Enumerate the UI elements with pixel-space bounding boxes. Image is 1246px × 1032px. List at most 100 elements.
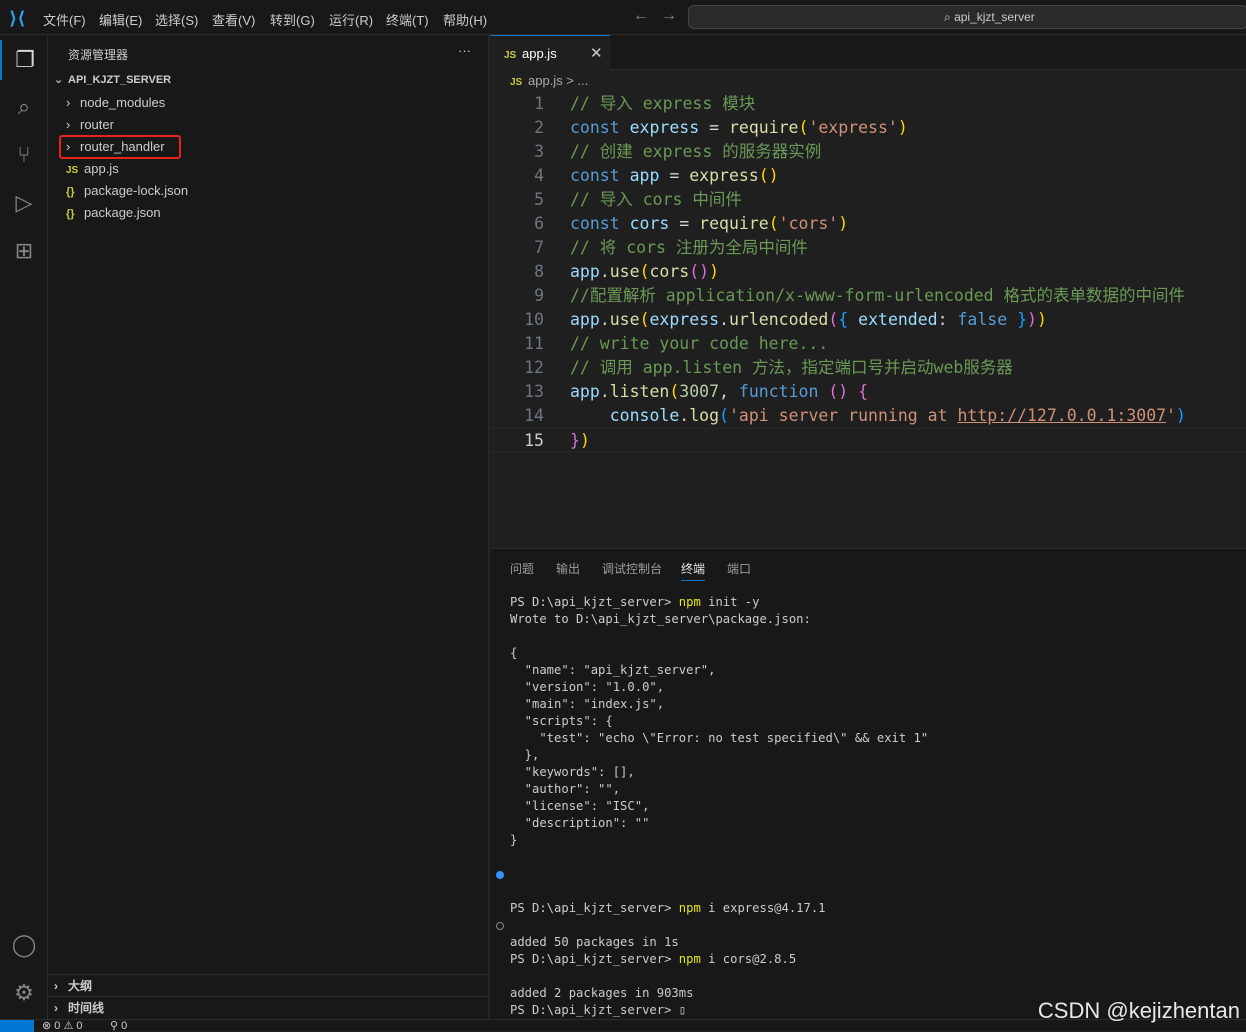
terminal-text: added 50 packages in 1s <box>510 935 679 949</box>
line-number: 7 <box>534 238 544 257</box>
problems-indicator[interactable]: ⊗ 0 ⚠ 0 <box>42 1020 83 1032</box>
line-content: }) <box>570 429 590 453</box>
json-file-icon: {} <box>66 208 75 220</box>
line-content: // 导入 cors 中间件 <box>570 188 742 212</box>
code-token: ( <box>828 310 839 329</box>
line-content: //配置解析 application/x-www-form-urlencoded… <box>570 284 1185 308</box>
panel-tab[interactable]: 调试控制台 <box>602 560 662 577</box>
close-icon[interactable]: ✕ <box>590 44 603 62</box>
code-line[interactable]: 6 const cors = require('cors') <box>490 212 1246 236</box>
tree-item-router[interactable]: › router <box>48 114 489 136</box>
panel-tab[interactable]: 端口 <box>727 560 751 577</box>
line-number: 11 <box>524 334 544 353</box>
command-decoration-icon[interactable] <box>496 922 504 930</box>
tree-item-app-js[interactable]: JS app.js <box>48 158 489 180</box>
menu-item[interactable]: 转到(G) <box>270 10 315 29</box>
terminal-text: PS D:\api_kjzt_server> <box>510 901 679 915</box>
source-control-icon[interactable]: ⑂ <box>0 135 48 175</box>
terminal-args: i express@4.17.1 <box>700 901 826 915</box>
command-center-search[interactable]: ⌕ api_kjzt_server <box>688 5 1246 29</box>
code-line[interactable]: 15}) <box>490 428 1246 452</box>
panel-tab[interactable]: 终端 <box>681 560 706 581</box>
workspace-root[interactable]: ⌄ API_KJZT_SERVER <box>48 69 489 91</box>
code-line[interactable]: 11 // write your code here... <box>490 332 1246 356</box>
tree-item-package-lock-json[interactable]: {} package-lock.json <box>48 180 489 202</box>
code-token: . <box>679 406 690 425</box>
terminal-text: PS D:\api_kjzt_server> <box>510 1003 679 1017</box>
extensions-icon[interactable]: ⊞ <box>0 231 48 271</box>
terminal-line: Wrote to D:\api_kjzt_server\package.json… <box>510 611 928 628</box>
terminal-line: added 2 packages in 903ms <box>510 985 928 1002</box>
code-token: 'express' <box>808 118 898 137</box>
timeline-section[interactable]: › 时间线 <box>48 996 489 1018</box>
code-token: ) <box>709 262 720 281</box>
search-icon[interactable]: ⌕ <box>0 87 48 127</box>
outline-section[interactable]: › 大纲 <box>48 974 489 996</box>
code-token: app <box>619 166 660 185</box>
chevron-right-icon: › <box>66 95 71 110</box>
line-content: app.use(express.urlencoded({ extended: f… <box>570 308 1047 332</box>
terminal-line: }, <box>510 747 928 764</box>
tree-item-label: node_modules <box>80 95 166 110</box>
terminal-line: "version": "1.0.0", <box>510 679 928 696</box>
gear-icon[interactable]: ⚙ <box>0 973 48 1013</box>
terminal[interactable]: PS D:\api_kjzt_server> npm init -y Wrote … <box>496 594 928 1019</box>
code-line[interactable]: 10 app.use(express.urlencoded({ extended:… <box>490 308 1246 332</box>
code-token: log <box>689 406 720 425</box>
tree-item-package-json[interactable]: {} package.json <box>48 202 489 224</box>
tree-item-node-modules[interactable]: › node_modules <box>48 92 489 114</box>
line-content: // 创建 express 的服务器实例 <box>570 140 821 164</box>
panel-tab[interactable]: 输出 <box>556 560 580 577</box>
menu-item[interactable]: 选择(S) <box>155 10 198 29</box>
command-decoration-icon[interactable] <box>496 871 504 879</box>
code-token: . <box>599 262 610 281</box>
code-token: () <box>689 262 710 281</box>
code-line[interactable]: 3 // 创建 express 的服务器实例 <box>490 140 1246 164</box>
line-number: 14 <box>524 406 544 425</box>
line-content: console.log('api server running at http:… <box>570 404 1186 428</box>
menu-item[interactable]: 帮助(H) <box>443 10 487 29</box>
menu-item[interactable]: 终端(T) <box>386 10 429 29</box>
terminal-text: PS D:\api_kjzt_server> <box>510 595 679 609</box>
menu-item[interactable]: 运行(R) <box>329 10 373 29</box>
ports-indicator[interactable]: ⚲ 0 <box>110 1020 127 1032</box>
code-token: express <box>689 166 759 185</box>
code-line[interactable]: 5 // 导入 cors 中间件 <box>490 188 1246 212</box>
code-line[interactable]: 4 const app = express() <box>490 164 1246 188</box>
code-token: () <box>818 382 849 401</box>
code-line[interactable]: 13 app.listen(3007, function () { <box>490 380 1246 404</box>
nav-arrows[interactable]: ←→ <box>633 7 689 25</box>
code-line[interactable]: 8 app.use(cors()) <box>490 260 1246 284</box>
port-count: 0 <box>121 1020 128 1032</box>
js-file-icon: JS <box>510 77 523 88</box>
code-line[interactable]: 14 console.log('api server running at ht… <box>490 404 1246 428</box>
run-debug-icon[interactable]: ▷ <box>0 183 48 223</box>
terminal-line: } <box>510 832 928 849</box>
breadcrumb[interactable]: JS app.js > ... <box>510 73 588 88</box>
line-number: 4 <box>534 166 544 185</box>
explorer-icon[interactable]: ❐ <box>0 40 48 80</box>
code-editor[interactable]: 1 // 导入 express 模块 2 const express = requir… <box>490 92 1246 452</box>
menu-item[interactable]: 查看(V) <box>212 10 255 29</box>
code-line[interactable]: 12 // 调用 app.listen 方法，指定端口号并启动web服务器 <box>490 356 1246 380</box>
panel-tab[interactable]: 问题 <box>510 560 534 577</box>
tab-app-js[interactable]: JS app.js ✕ <box>490 35 610 70</box>
code-token: extended <box>848 310 938 329</box>
code-token: // 创建 express 的服务器实例 <box>570 142 822 161</box>
account-icon[interactable]: ◯ <box>0 925 48 965</box>
code-line[interactable]: 2 const express = require('express') <box>490 116 1246 140</box>
remote-indicator[interactable] <box>0 1020 34 1032</box>
line-number: 1 <box>534 94 544 113</box>
code-token: require <box>728 118 799 137</box>
code-line[interactable]: 7 // 将 cors 注册为全局中间件 <box>490 236 1246 260</box>
terminal-text: "main": "index.js", <box>510 697 665 711</box>
code-line[interactable]: 1 // 导入 express 模块 <box>490 92 1246 116</box>
menu-item[interactable]: 文件(F) <box>43 10 86 29</box>
code-line[interactable]: 9 //配置解析 application/x-www-form-urlencode… <box>490 284 1246 308</box>
code-token: ) <box>579 431 590 450</box>
more-actions-button[interactable]: ··· <box>458 43 471 58</box>
menu-item[interactable]: 编辑(E) <box>99 10 142 29</box>
terminal-line: "license": "ISC", <box>510 798 928 815</box>
terminal-line: { <box>510 645 928 662</box>
